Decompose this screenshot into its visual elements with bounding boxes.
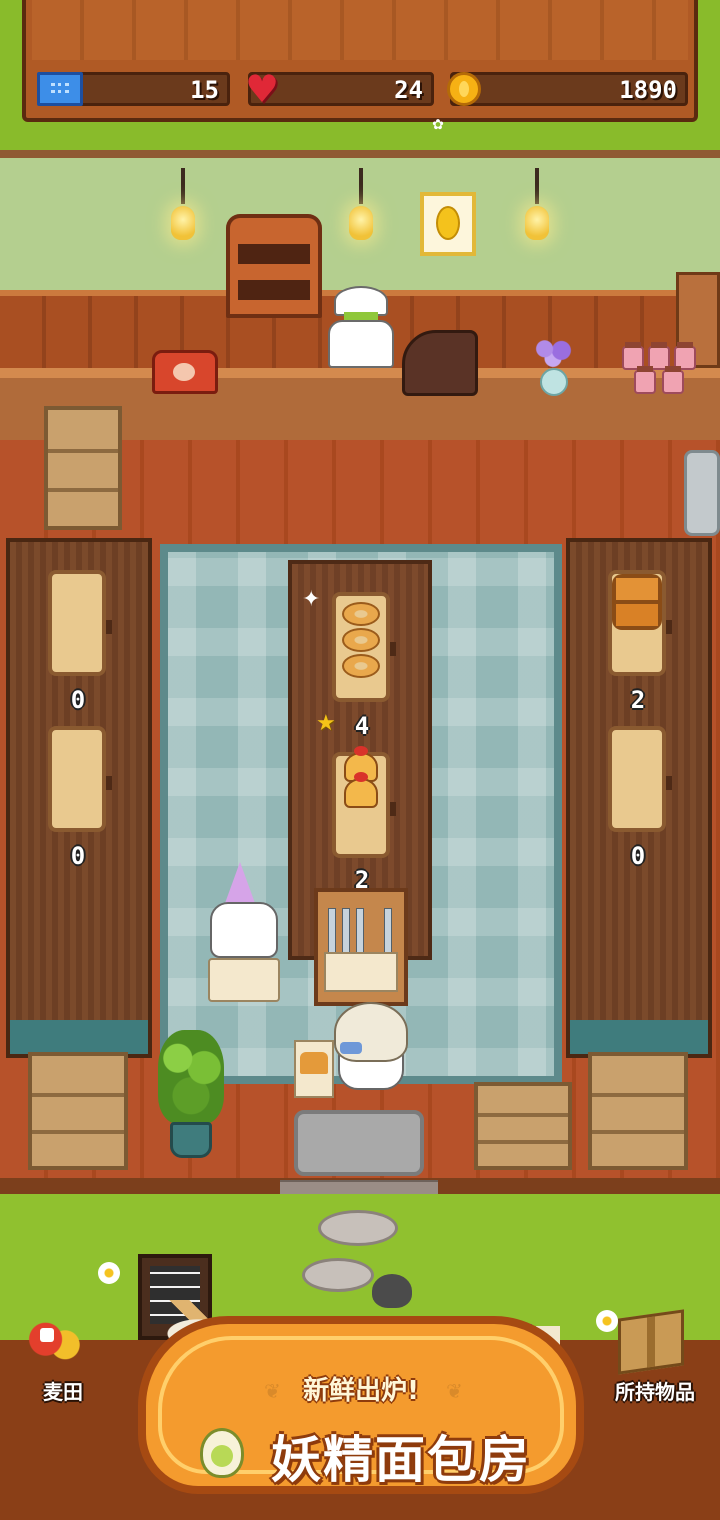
flower-icon <box>98 1262 120 1284</box>
flower-vase <box>526 336 582 400</box>
tray-count: 0 <box>630 842 646 870</box>
toast-icon <box>294 1040 334 1098</box>
hanging-lamp <box>168 168 198 252</box>
potted-plant <box>158 1030 224 1160</box>
rating-count: 4 <box>354 712 370 740</box>
box-icon <box>618 1309 684 1375</box>
hanging-lamp <box>346 168 376 252</box>
ticket-icon <box>37 72 83 106</box>
jam-jars[interactable] <box>620 338 704 396</box>
heart-icon: ♥ <box>245 67 280 111</box>
storage-crate[interactable] <box>588 1052 688 1170</box>
bread-loaf-icon <box>612 574 662 630</box>
stepping-stone <box>318 1210 398 1246</box>
star-icon: ★ <box>316 711 336 736</box>
customer-character[interactable] <box>206 862 282 1008</box>
stepping-stone <box>302 1258 374 1292</box>
hanging-lamp <box>522 168 552 252</box>
storage-crate[interactable] <box>474 1082 572 1170</box>
donut-icon <box>342 654 380 678</box>
display-tray[interactable] <box>608 726 672 832</box>
tray-count: 0 <box>70 842 86 870</box>
sprout-icon: ✿ <box>432 117 444 133</box>
storage-crate[interactable] <box>28 1052 128 1170</box>
wheat-field-label: 麦田 <box>43 1380 83 1404</box>
ticket-counter[interactable]: 15 <box>37 72 230 106</box>
muffin-icon <box>344 772 378 808</box>
tray-count: 2 <box>630 686 646 714</box>
telephone-icon[interactable] <box>152 350 218 394</box>
donut-icon <box>342 602 380 626</box>
donut-icon <box>342 628 380 652</box>
storage-crate[interactable] <box>44 406 122 530</box>
knife-rack[interactable] <box>314 888 408 1006</box>
heart-count: 24 <box>394 76 423 104</box>
player-character[interactable] <box>334 1002 408 1092</box>
status-bar: 15 ♥ 24 1890 <box>22 0 698 122</box>
display-tray[interactable] <box>48 726 112 832</box>
coin-counter[interactable]: 1890 <box>447 72 688 106</box>
title-sign[interactable]: ❦ ❦ 新鲜出炉! 妖精面包房 <box>138 1316 584 1494</box>
cash-register[interactable] <box>402 330 478 396</box>
display-tray[interactable] <box>48 570 112 676</box>
heart-counter[interactable]: ♥ 24 <box>245 67 434 111</box>
game-title: 妖精面包房 <box>271 1431 531 1489</box>
ticket-count: 15 <box>190 76 219 104</box>
sign-tagline: 新鲜出炉! <box>303 1376 419 1406</box>
wheat-field-button[interactable]: 麦田 <box>8 1308 118 1408</box>
bread-oven[interactable] <box>226 214 322 318</box>
sparkle-icon: ✦ <box>302 587 321 612</box>
side-gate[interactable] <box>684 450 720 536</box>
tray-count: 0 <box>70 686 86 714</box>
game-screen: 15 ♥ 24 1890 ✿ 0 0 2 0 ✦ ★ 4 2 麦田 所持物品 ❦… <box>0 0 720 1520</box>
door-mat <box>294 1110 424 1176</box>
lemon-picture[interactable] <box>420 192 476 256</box>
coin-count: 1890 <box>619 76 677 104</box>
wheat-icon <box>26 1314 82 1370</box>
baker-character[interactable] <box>326 286 396 368</box>
inventory-label: 所持物品 <box>615 1380 695 1404</box>
coin-icon <box>447 72 481 106</box>
inventory-button[interactable]: 所持物品 <box>596 1308 714 1408</box>
mouse-character <box>372 1274 412 1308</box>
